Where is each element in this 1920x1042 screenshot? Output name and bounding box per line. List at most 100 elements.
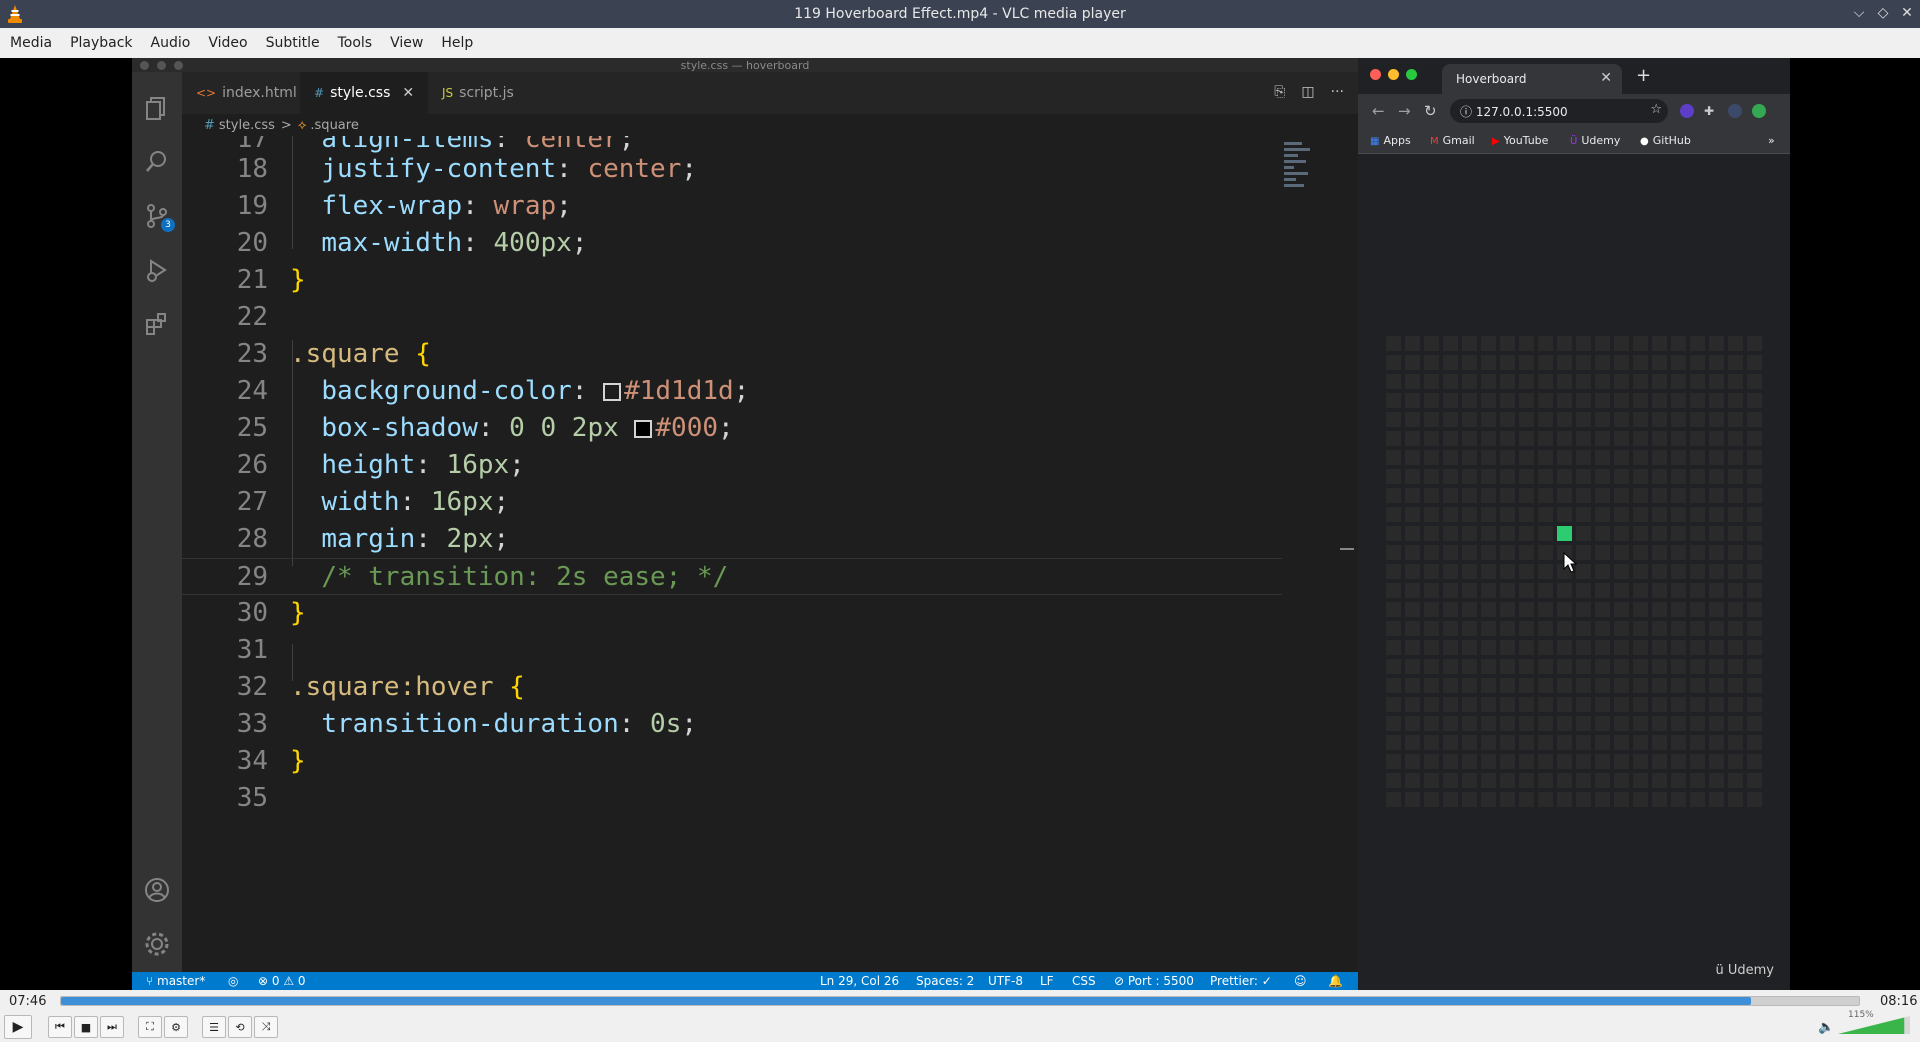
grid-square (1481, 716, 1496, 731)
seek-slider[interactable] (60, 996, 1860, 1006)
symbol-icon: ⟡ (297, 117, 307, 133)
loop-button[interactable]: ⟲ (228, 1016, 252, 1038)
branch-icon: ⑂ (146, 974, 158, 988)
stop-button[interactable]: ■ (74, 1016, 98, 1038)
vscode-title-bar: style.css — hoverboard (132, 58, 1358, 72)
menu-tools[interactable]: Tools (330, 35, 381, 51)
grid-square (1538, 545, 1553, 560)
grid-square (1576, 374, 1591, 389)
grid-square (1709, 583, 1724, 598)
grid-square (1690, 716, 1705, 731)
menu-audio[interactable]: Audio (143, 35, 199, 51)
menu-help[interactable]: Help (433, 35, 481, 51)
menu-media[interactable]: Media (2, 35, 60, 51)
grid-square (1690, 621, 1705, 636)
grid-square (1443, 469, 1458, 484)
grid-square (1500, 716, 1515, 731)
grid-square (1462, 564, 1477, 579)
grid-square (1443, 583, 1458, 598)
grid-square (1538, 488, 1553, 503)
grid-square (1538, 507, 1553, 522)
menu-view[interactable]: View (382, 35, 431, 51)
shuffle-button[interactable]: ⤨ (254, 1016, 278, 1038)
grid-square (1709, 412, 1724, 427)
grid-square (1519, 754, 1534, 769)
grid-square (1386, 526, 1401, 541)
minimize-button[interactable]: ⌵ (1852, 4, 1866, 22)
grid-square (1538, 678, 1553, 693)
grid-square (1709, 697, 1724, 712)
grid-square (1576, 659, 1591, 674)
grid-square (1614, 336, 1629, 351)
grid-square (1614, 412, 1629, 427)
grid-square (1709, 659, 1724, 674)
grid-square (1728, 716, 1743, 731)
grid-square (1728, 488, 1743, 503)
grid-square (1500, 469, 1515, 484)
previous-button[interactable]: ⏮ (48, 1016, 72, 1038)
grid-square (1405, 488, 1420, 503)
volume-slider[interactable] (1818, 1010, 1913, 1036)
browser-toolbar: ← → ↻ ⓘ 127.0.0.1:5500 ☆ ✚ (1358, 94, 1790, 128)
grid-square (1519, 545, 1534, 560)
fullscreen-button[interactable]: ⛶ (138, 1016, 162, 1038)
grid-square (1633, 716, 1648, 731)
seek-progress (61, 997, 1752, 1005)
youtube-icon: ▶ (1492, 136, 1500, 147)
grid-square (1538, 735, 1553, 750)
encoding-status: UTF-8 (988, 974, 1023, 988)
grid-square (1652, 412, 1667, 427)
menu-playback[interactable]: Playback (62, 35, 140, 51)
grid-square (1690, 678, 1705, 693)
grid-square (1652, 374, 1667, 389)
grid-square (1747, 393, 1762, 408)
grid-square (1557, 621, 1572, 636)
grid-square (1747, 583, 1762, 598)
grid-square (1405, 640, 1420, 655)
grid-square (1728, 659, 1743, 674)
play-button[interactable]: ▶ (4, 1015, 32, 1039)
grid-square (1557, 355, 1572, 370)
menu-video[interactable]: Video (200, 35, 255, 51)
grid-square (1671, 754, 1686, 769)
grid-square (1690, 469, 1705, 484)
css-file-icon: # (314, 86, 325, 100)
grid-square (1576, 431, 1591, 446)
code-line: 23 .square { (236, 339, 431, 369)
grid-square (1462, 488, 1477, 503)
grid-square (1481, 602, 1496, 617)
grid-square (1443, 545, 1458, 560)
tab-label: script.js (459, 85, 514, 101)
tab-script-js: JS script.js (428, 72, 528, 114)
grid-square (1652, 773, 1667, 788)
grid-square (1595, 621, 1610, 636)
grid-square (1595, 564, 1610, 579)
problems-status: ⊗ 0 ⚠ 0 (258, 974, 306, 988)
close-window-button[interactable]: ✕ (1900, 4, 1914, 22)
extended-settings-button[interactable]: ⚙ (164, 1016, 188, 1038)
video-surface[interactable]: style.css — hoverboard 3 <> index.html #… (0, 58, 1920, 990)
grid-square (1386, 412, 1401, 427)
grid-square (1386, 659, 1401, 674)
grid-square (1538, 393, 1553, 408)
maximize-button[interactable]: ◇ (1876, 4, 1890, 22)
code-line: 26 height: 16px; (236, 450, 525, 480)
explorer-icon (143, 94, 171, 122)
grid-square (1595, 374, 1610, 389)
grid-square (1481, 450, 1496, 465)
grid-square (1652, 393, 1667, 408)
grid-square (1538, 564, 1553, 579)
playlist-button[interactable]: ☰ (202, 1016, 226, 1038)
grid-square (1652, 488, 1667, 503)
hoverboard-grid (1386, 336, 1762, 807)
grid-square (1500, 564, 1515, 579)
menu-subtitle[interactable]: Subtitle (258, 35, 328, 51)
grid-square (1633, 355, 1648, 370)
code-line: 18 justify-content: center; (236, 154, 698, 184)
grid-square (1538, 431, 1553, 446)
grid-square (1424, 583, 1439, 598)
grid-square (1614, 431, 1629, 446)
live-server-port: ⊘ Port : 5500 (1114, 974, 1194, 988)
tab-label: index.html (222, 85, 297, 101)
next-button[interactable]: ⏭ (100, 1016, 124, 1038)
